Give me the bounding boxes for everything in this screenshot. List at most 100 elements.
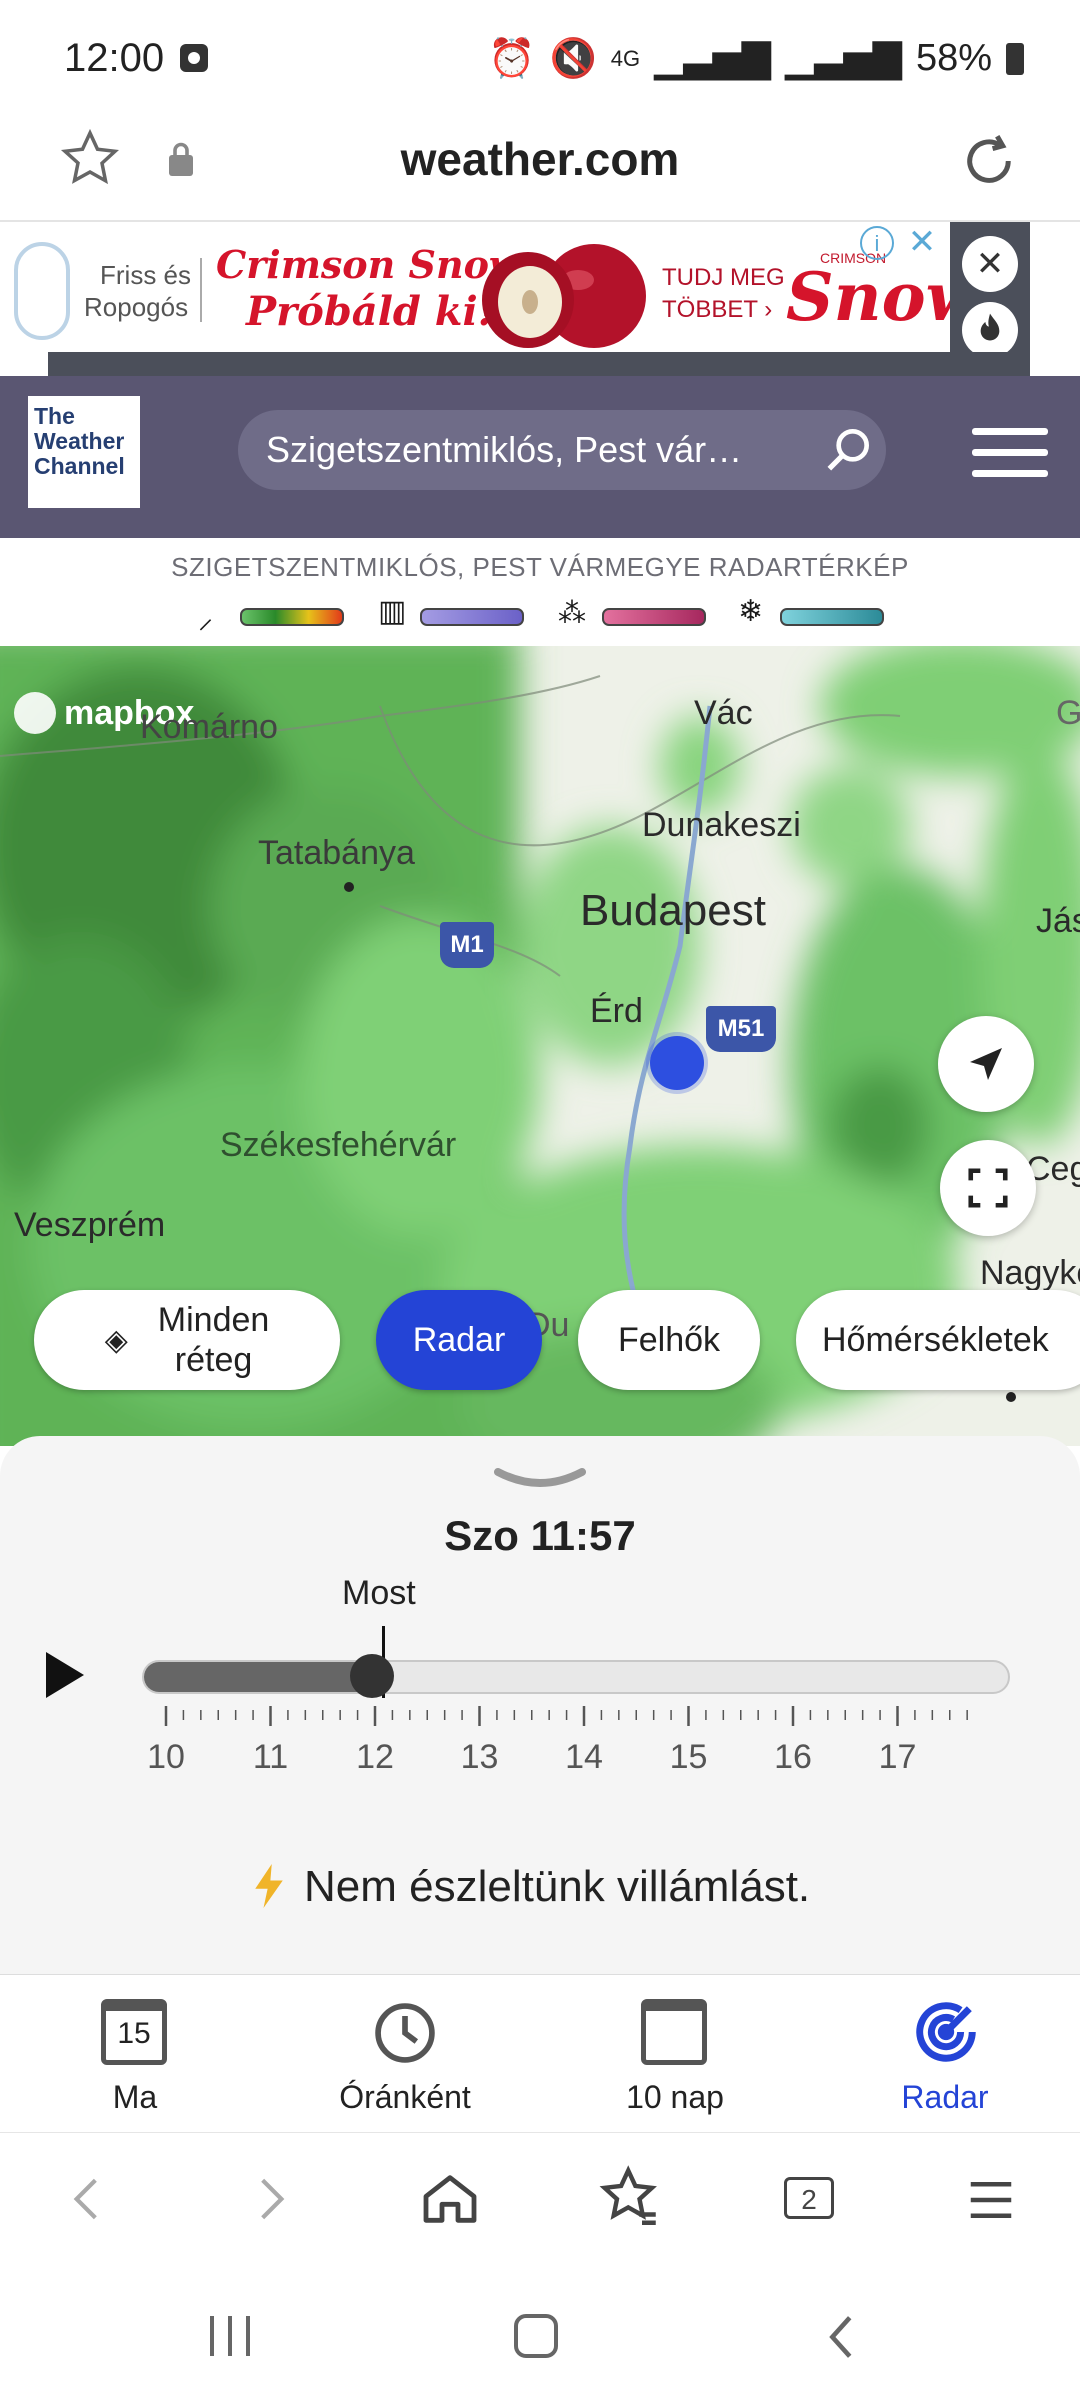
signal-icon: ▁▃▅▇ <box>654 38 772 80</box>
app-tab-bar: 15 Ma Óránként 10 nap Radar <box>0 1974 1080 2131</box>
rain-legend-bar <box>240 608 344 626</box>
now-label: Most <box>342 1574 416 1612</box>
snow-legend-bar <box>780 608 884 626</box>
city-g: G <box>1056 694 1080 732</box>
mute-icon: 🔇 <box>549 37 597 80</box>
status-bar: 12:00 ⏰ 🔇 4G ▁▃▅▇ ▁▃▅▇ 58% <box>0 0 1080 120</box>
current-location-dot <box>650 1036 704 1090</box>
tab-today[interactable]: 15 Ma <box>0 1975 270 2131</box>
clouds-chip[interactable]: Felhők <box>578 1290 760 1390</box>
play-button[interactable] <box>40 1648 90 1702</box>
reload-icon[interactable] <box>956 128 1022 194</box>
screen-record-icon <box>180 44 208 72</box>
battery-icon <box>1006 42 1024 75</box>
home-icon[interactable] <box>418 2167 482 2231</box>
hour-label: 14 <box>565 1738 603 1776</box>
ad-headline-2: Próbáld ki! <box>246 288 496 335</box>
url-text[interactable]: weather.com <box>0 132 1080 186</box>
hour-label: 10 <box>147 1738 185 1776</box>
freezing-rain-icon: ▥ <box>378 595 407 628</box>
timeline-thumb[interactable] <box>350 1654 395 1698</box>
home-button-icon[interactable] <box>514 2314 558 2358</box>
search-icon[interactable] <box>820 422 876 478</box>
layers-icon: ◈ <box>104 1323 128 1357</box>
adchoices-icon[interactable]: i <box>860 226 894 260</box>
all-layers-chip[interactable]: ◈ Minden réteg <box>34 1290 340 1390</box>
timeline-progress <box>144 1662 375 1692</box>
ad-close-icon[interactable]: ✕ <box>962 236 1018 292</box>
rain-icon: ⸝ <box>198 602 213 635</box>
tab-radar[interactable]: Radar <box>810 1975 1080 2131</box>
ad-cta-1[interactable]: TUDJ MEG <box>662 264 785 292</box>
timeline-track[interactable] <box>142 1660 1010 1694</box>
radar-map-title: SZIGETSZENTMIKLÓS, PEST VÁRMEGYE RADARTÉ… <box>171 552 909 582</box>
hour-label: 12 <box>356 1738 394 1776</box>
city-tatabanya: Tatabánya <box>258 834 415 872</box>
timeline-ticks <box>164 1706 968 1726</box>
fullscreen-button[interactable] <box>940 1140 1036 1236</box>
city-jaszbereny: Jás <box>1036 902 1080 940</box>
radar-chip[interactable]: Radar <box>376 1290 542 1390</box>
ad-logo-partial <box>14 242 70 340</box>
temperatures-chip[interactable]: Hőmérsékletek <box>796 1290 1080 1390</box>
city-vac: Vác <box>694 694 753 732</box>
alarm-icon: ⏰ <box>488 37 536 80</box>
battery-level: 58% <box>915 37 992 79</box>
status-time: 12:00 <box>64 36 165 80</box>
ad-close-small-icon[interactable]: ✕ <box>904 222 940 262</box>
browser-address-bar: weather.com <box>0 120 1080 222</box>
city-erd: Érd <box>590 992 643 1030</box>
city-veszprem: Veszprém <box>14 1206 166 1244</box>
snowflake-icon: ❄ <box>738 595 764 628</box>
locate-me-button[interactable] <box>938 1016 1034 1112</box>
hamburger-menu-icon[interactable] <box>972 428 1048 478</box>
timeline-datetime: Szo 11:57 <box>444 1512 636 1559</box>
search-value: Szigetszentmiklós, Pest vár… <box>266 429 743 470</box>
navigation-arrow-icon <box>970 1048 1002 1080</box>
mix-legend-bar <box>602 608 706 626</box>
tab-hourly[interactable]: Óránként <box>270 1975 540 2131</box>
tabs-count-icon[interactable]: 2 <box>784 2177 834 2219</box>
radar-icon <box>916 2002 976 2062</box>
lightning-icon <box>252 1864 286 1908</box>
browser-nav-bar: 2 <box>0 2132 1080 2263</box>
hour-label: 17 <box>878 1738 917 1776</box>
city-komarom: Komárno <box>140 708 278 746</box>
forward-icon[interactable] <box>246 2169 296 2229</box>
hour-label: 15 <box>669 1738 708 1776</box>
bookmarks-icon[interactable] <box>598 2165 664 2231</box>
signal-icon-2: ▁▃▅▇ <box>785 38 902 80</box>
city-budapest: Budapest <box>580 886 766 935</box>
calendar-day-icon: 15 <box>101 1999 167 2065</box>
recent-apps-icon[interactable] <box>206 2316 256 2360</box>
system-back-icon[interactable] <box>822 2310 862 2364</box>
city-nagykoros: Nagykő <box>980 1254 1080 1292</box>
ad-cta-2[interactable]: TÖBBET › <box>662 296 772 324</box>
play-icon <box>46 1652 84 1698</box>
tab-10-day[interactable]: 10 nap <box>540 1975 810 2131</box>
ad-banner[interactable]: Friss és Ropogós Crimson Snow Próbáld ki… <box>0 222 1080 376</box>
city-dot-small <box>1006 1392 1016 1402</box>
twc-logo[interactable]: The Weather Channel <box>28 396 140 508</box>
sheet-collapse-chevron-icon[interactable] <box>494 1466 586 1496</box>
mapbox-logo-icon <box>14 692 56 734</box>
system-nav-bar <box>0 2262 1080 2400</box>
browser-menu-icon[interactable] <box>964 2173 1018 2227</box>
location-search-input[interactable]: Szigetszentmiklós, Pest vár… <box>238 410 886 490</box>
network-type: 4G <box>610 45 641 71</box>
ad-flame-icon[interactable] <box>962 302 1018 358</box>
city-szekesfehervar: Székesfehérvár <box>220 1126 457 1164</box>
fullscreen-icon <box>968 1168 1008 1208</box>
road-m51-sign: M51 <box>706 1006 776 1052</box>
back-icon[interactable] <box>62 2169 112 2229</box>
mix-icon: ⁂ <box>558 597 586 628</box>
calendar-icon <box>641 1999 707 2065</box>
ad-small-text-1: Friss és <box>100 260 191 290</box>
lightning-status-text: Nem észleltünk villámlást. <box>304 1862 811 1911</box>
road-m1-sign: M1 <box>440 922 494 968</box>
freezing-legend-bar <box>420 608 524 626</box>
site-header: The Weather Channel Szigetszentmiklós, P… <box>0 376 1080 538</box>
ad-small-text-2: Ropogós <box>84 292 189 322</box>
hour-label: 16 <box>774 1738 812 1776</box>
city-dunakeszi: Dunakeszi <box>642 806 801 844</box>
